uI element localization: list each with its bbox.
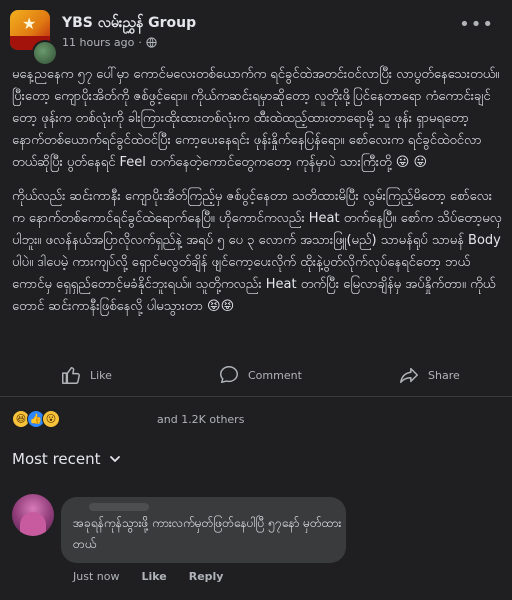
reaction-count[interactable]: and 1.2K others	[157, 413, 244, 426]
meta-separator: ·	[138, 36, 142, 49]
thumbs-up-icon	[62, 366, 80, 384]
reaction-icons[interactable]: 😆 👍 😮	[12, 410, 60, 432]
post-paragraph-2: ကိုယ်လည်း ဆင်းကာနီး ကျောပိုးအိတ်ကြည့်မှ …	[12, 189, 502, 314]
comment-text: အခုရန်ကုန်သွားဖို့ ကားလက်မှတ်ဖြတ်နေပါပြီ…	[73, 516, 342, 551]
share-label: Share	[428, 368, 460, 382]
commenter-name-redacted	[89, 503, 149, 511]
more-horizontal-icon[interactable]: •••	[459, 14, 494, 35]
sort-label: Most recent	[12, 450, 101, 468]
like-button[interactable]: Like	[60, 364, 112, 386]
comment-button[interactable]: Comment	[218, 364, 302, 386]
comment-label: Comment	[248, 368, 302, 382]
chevron-down-icon	[109, 456, 120, 462]
post-header: ★ YBS လမ်းညွှန် Group 11 hours ago · •••	[0, 0, 512, 66]
group-name[interactable]: YBS လမ်းညွှန် Group	[62, 13, 196, 34]
comment-like-button[interactable]: Like	[141, 570, 166, 583]
comment-bubble: အခုရန်ကုန်သွားဖို့ ကားလက်မှတ်ဖြတ်နေပါပြီ…	[61, 497, 346, 563]
author-avatar[interactable]	[32, 40, 58, 66]
divider	[0, 396, 512, 397]
share-icon	[400, 367, 418, 384]
group-avatar[interactable]: ★	[10, 10, 58, 66]
post-body: မနေ့ညနေက ၅၇ ပေါ်မှာ ကောင်မလေးတစ်ယောက်က ရ…	[12, 64, 502, 330]
comment-actions: Just now Like Reply	[73, 570, 223, 583]
star-icon: ★	[22, 14, 37, 33]
like-label: Like	[90, 368, 112, 382]
post-paragraph-1: မနေ့ညနေက ၅၇ ပေါ်မှာ ကောင်မလေးတစ်ယောက်က ရ…	[12, 67, 500, 170]
comment-reply-button[interactable]: Reply	[189, 570, 224, 583]
comment-sort-dropdown[interactable]: Most recent	[12, 450, 121, 468]
comment-time[interactable]: Just now	[73, 570, 119, 583]
post-time[interactable]: 11 hours ago	[62, 36, 134, 49]
share-button[interactable]: Share	[398, 364, 460, 386]
globe-icon	[146, 37, 157, 48]
wow-icon: 😮	[42, 410, 60, 428]
post-meta: 11 hours ago ·	[62, 36, 157, 49]
post-actions: Like Comment Share	[0, 360, 512, 396]
comment-icon	[220, 366, 238, 384]
commenter-avatar[interactable]	[12, 494, 54, 536]
